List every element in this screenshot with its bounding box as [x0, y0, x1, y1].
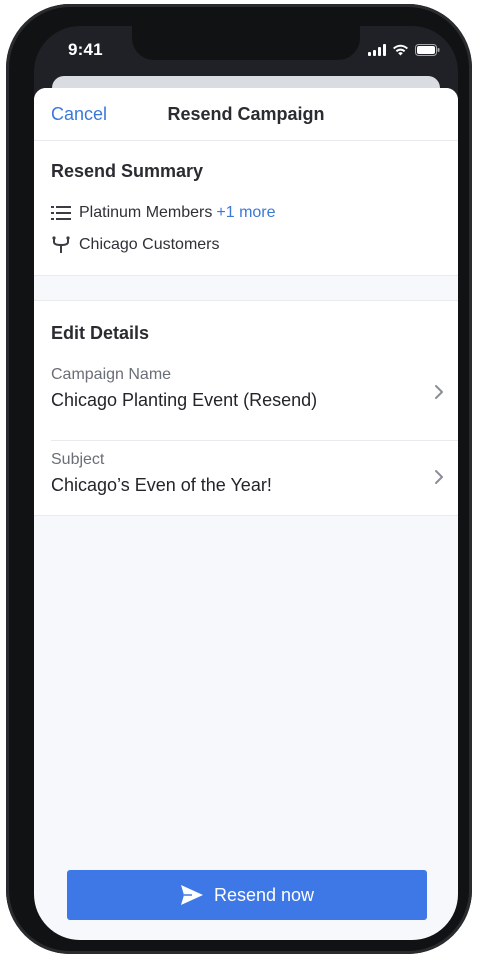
phone-screen: 9:41 Cancel Resend Campaign Resend Summa… — [34, 26, 458, 940]
edit-details-section: Edit Details Campaign Name Chicago Plant… — [34, 300, 458, 516]
segment-name: Chicago Customers — [79, 236, 220, 253]
send-icon — [180, 885, 203, 905]
campaign-name-label: Campaign Name — [51, 366, 172, 383]
subject-label: Subject — [51, 451, 105, 468]
resend-summary-section: Resend Summary Platinum Members +1 more — [34, 141, 458, 276]
campaign-name-row[interactable]: Campaign Name Chicago Planting Event (Re… — [34, 356, 458, 440]
chevron-right-icon — [435, 385, 443, 399]
page-title: Resend Campaign — [167, 104, 325, 124]
wifi-icon — [393, 44, 408, 56]
summary-title: Resend Summary — [51, 161, 204, 181]
status-time: 9:41 — [68, 40, 103, 59]
cellular-signal-icon — [368, 44, 386, 56]
more-lists-link[interactable]: +1 more — [216, 204, 275, 222]
resend-now-label: Resend now — [213, 884, 315, 905]
details-title: Edit Details — [51, 323, 150, 343]
device-notch — [132, 26, 360, 60]
phone-frame: 9:41 Cancel Resend Campaign Resend Summa… — [6, 4, 472, 954]
battery-icon — [415, 44, 440, 56]
segment-icon — [52, 236, 70, 253]
list-name: Platinum Members — [79, 204, 213, 221]
chevron-right-icon — [435, 470, 443, 484]
resend-campaign-sheet: Cancel Resend Campaign Resend Summary Pl… — [34, 88, 458, 940]
subject-row[interactable]: Subject Chicago’s Even of the Year! — [34, 441, 458, 525]
summary-list-line: Platinum Members +1 more — [51, 204, 276, 222]
summary-segment-line: Chicago Customers — [51, 236, 220, 254]
campaign-name-value: Chicago Planting Event (Resend) — [51, 390, 318, 410]
navigation-bar: Cancel Resend Campaign — [34, 88, 458, 141]
subject-value: Chicago’s Even of the Year! — [51, 475, 272, 495]
status-icons — [368, 44, 440, 56]
resend-now-button[interactable]: Resend now — [67, 870, 427, 920]
list-icon — [51, 206, 71, 220]
